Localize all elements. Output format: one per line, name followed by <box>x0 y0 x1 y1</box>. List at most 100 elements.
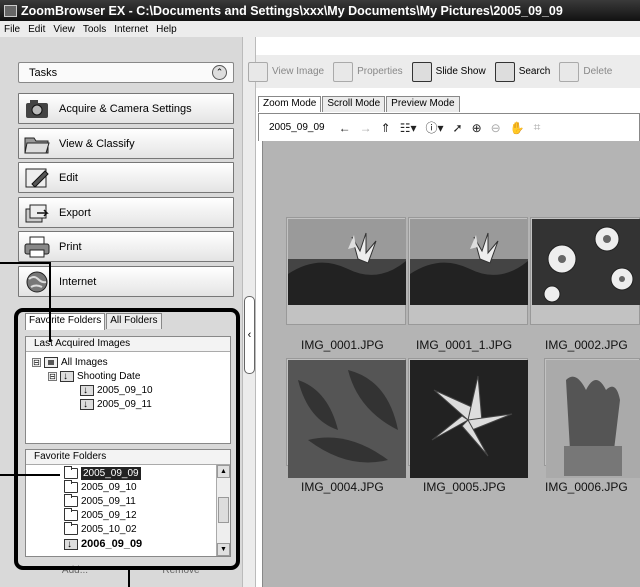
thumbnail-card[interactable] <box>544 358 640 478</box>
thumbnail-filename: IMG_0001.JPG <box>301 338 384 352</box>
tab-zoom-mode[interactable]: Zoom Mode <box>258 96 322 112</box>
remove-folder-button[interactable]: Remove <box>128 565 234 583</box>
tab-scroll-mode[interactable]: Scroll Mode <box>322 96 386 112</box>
export-label: Export <box>59 206 91 219</box>
menu-bar: File Edit View Tools Internet Help <box>0 21 640 37</box>
view-classify-label: View & Classify <box>59 137 135 150</box>
favorite-folder-item[interactable]: 2005_09_12 <box>64 508 137 522</box>
hand-icon[interactable]: ✋ <box>510 121 525 135</box>
thumbnail-image <box>410 219 528 305</box>
tasks-label: Tasks <box>29 66 58 79</box>
thumbnail-image <box>410 360 528 478</box>
tree-item-date[interactable]: 2005_09_11 <box>80 398 152 411</box>
collapse-icon[interactable]: ⌃ <box>212 65 227 80</box>
thumbnail-filename: IMG_0005.JPG <box>423 480 506 494</box>
date-folder-icon <box>64 538 78 551</box>
tree-item-shooting-date[interactable]: ⊟ Shooting Date <box>48 370 140 383</box>
callout-line <box>0 262 50 264</box>
internet-label: Internet <box>59 275 97 288</box>
search-label: Search <box>518 66 551 77</box>
thumbnail-image <box>532 219 640 305</box>
scroll-down-icon[interactable]: ▼ <box>217 543 230 556</box>
tree-item-date[interactable]: 2005_09_10 <box>80 384 153 397</box>
edit-icon <box>22 165 52 191</box>
slide-show-button[interactable]: Slide Show <box>411 61 486 82</box>
collapse-toggle[interactable]: ⊟ <box>32 358 41 367</box>
info-icon[interactable]: ⓘ▾ <box>425 119 443 136</box>
main-toolbar: View Image Properties Slide Show Search … <box>248 55 640 88</box>
favorite-folder-item[interactable]: 2005_10_02 <box>64 522 137 536</box>
zoom-out-icon[interactable]: ⊖ <box>491 121 501 135</box>
zoom-in-icon[interactable]: ⊕ <box>472 121 482 135</box>
export-button[interactable]: Export <box>18 197 234 228</box>
delete-button[interactable]: Delete <box>559 61 613 82</box>
thumbnail-card[interactable] <box>286 217 406 325</box>
delete-label: Delete <box>583 66 613 77</box>
folder-label: 2005_09_09 <box>81 467 141 480</box>
favorite-folder-item[interactable]: 2005_09_10 <box>64 480 137 494</box>
back-icon[interactable]: ← <box>339 121 351 135</box>
collapse-panel-icon[interactable]: ‹ <box>244 296 255 374</box>
folder-panel: Favorite Folders All Folders Last Acquir… <box>22 313 234 563</box>
properties-button[interactable]: Properties <box>333 61 403 82</box>
print-label: Print <box>59 240 82 253</box>
tree-item-all-images[interactable]: ⊟ All Images <box>32 356 108 369</box>
thumbnail-card[interactable] <box>286 358 406 478</box>
tree-label: 2005_09_10 <box>97 385 153 396</box>
thumbnail-card[interactable] <box>408 358 528 478</box>
panel-splitter[interactable]: ‹ <box>242 37 256 587</box>
menu-tools[interactable]: Tools <box>79 24 110 35</box>
menu-file[interactable]: File <box>0 24 24 35</box>
date-folder-icon <box>80 398 94 411</box>
collapse-toggle[interactable]: ⊟ <box>48 372 57 381</box>
thumbnail-filename: IMG_0004.JPG <box>301 480 384 494</box>
menu-view[interactable]: View <box>49 24 79 35</box>
folder-tabs: Favorite Folders All Folders <box>25 313 163 330</box>
up-folder-icon[interactable]: ⇑ <box>381 121 391 135</box>
tree-label: 2005_09_11 <box>97 399 152 410</box>
favorite-folder-item[interactable]: 2005_09_09 <box>64 466 141 480</box>
folder-label: 2005_09_10 <box>81 482 137 493</box>
app-icon <box>4 4 17 17</box>
menu-edit[interactable]: Edit <box>24 24 49 35</box>
last-acquired-title: Last Acquired Images <box>26 337 230 352</box>
forward-icon[interactable]: → <box>360 121 372 135</box>
acquire-camera-settings-button[interactable]: Acquire & Camera Settings <box>18 93 234 124</box>
edit-button[interactable]: Edit <box>18 162 234 193</box>
search-button[interactable]: Search <box>494 61 551 82</box>
callout-line <box>0 474 60 476</box>
favorite-folder-item[interactable]: 2005_09_11 <box>64 494 136 508</box>
printer-icon <box>22 234 52 260</box>
fit-icon[interactable]: ⌗ <box>534 120 541 135</box>
thumbnail-card[interactable] <box>408 217 528 325</box>
favorites-scrollbar[interactable]: ▲ ▼ <box>216 465 230 556</box>
view-classify-button[interactable]: View & Classify <box>18 128 234 159</box>
shooting-date-icon <box>60 370 74 383</box>
view-toolbar: 2005_09_09 ← → ⇑ ☷▾ ⓘ▾ ➚ ⊕ ⊖ ✋ ⌗ <box>258 113 640 141</box>
folder-icon <box>64 508 78 521</box>
tab-favorite-folders[interactable]: Favorite Folders <box>25 313 106 330</box>
select-menu-icon[interactable]: ☷▾ <box>400 121 417 135</box>
menu-help[interactable]: Help <box>152 24 181 35</box>
menu-internet[interactable]: Internet <box>110 24 152 35</box>
add-folder-button[interactable]: Add... <box>22 565 128 583</box>
mode-tabs: Zoom Mode Scroll Mode Preview Mode <box>258 96 461 113</box>
globe-icon <box>22 269 52 295</box>
folder-icon <box>64 466 78 479</box>
thumbnail-card[interactable] <box>530 217 640 325</box>
tab-all-folders[interactable]: All Folders <box>106 313 162 329</box>
pointer-icon[interactable]: ➚ <box>453 121 463 135</box>
favorite-folder-item[interactable]: 2006_09_09 <box>64 538 142 551</box>
tasks-header[interactable]: Tasks ⌃ <box>18 62 234 83</box>
callout-line <box>49 262 51 342</box>
view-image-button[interactable]: View Image <box>248 61 324 82</box>
scroll-thumb[interactable] <box>218 497 229 523</box>
scroll-up-icon[interactable]: ▲ <box>217 465 230 478</box>
trash-icon <box>559 61 580 82</box>
print-button[interactable]: Print <box>18 231 234 262</box>
slide-show-label: Slide Show <box>435 66 486 77</box>
properties-label: Properties <box>357 66 403 77</box>
search-icon <box>494 61 515 82</box>
camera-icon <box>22 96 52 122</box>
tab-preview-mode[interactable]: Preview Mode <box>386 96 460 112</box>
